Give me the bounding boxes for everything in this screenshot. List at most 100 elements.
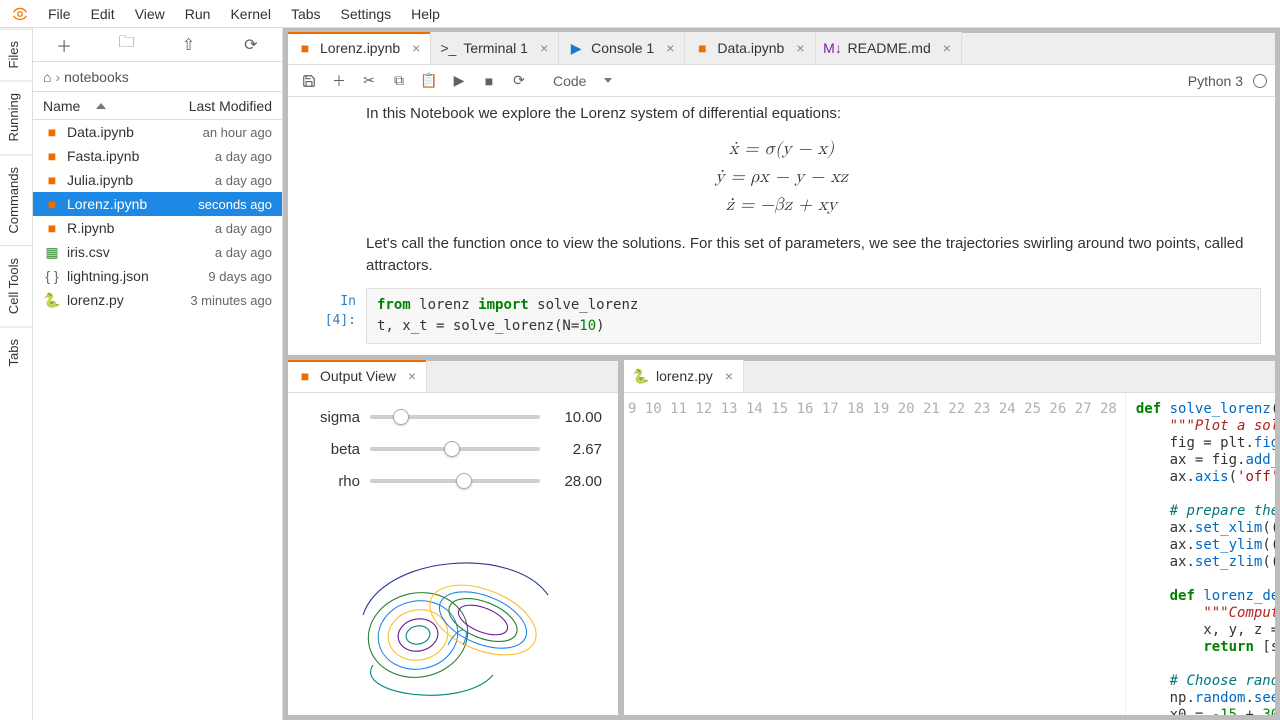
save-icon[interactable] xyxy=(296,68,322,94)
file-row[interactable]: { }lightning.json9 days ago xyxy=(33,264,282,288)
new-launcher-icon[interactable]: ＋ xyxy=(44,33,84,57)
close-icon[interactable]: × xyxy=(943,40,951,56)
menu-help[interactable]: Help xyxy=(401,2,450,26)
paste-icon[interactable]: 📋 xyxy=(416,68,442,94)
celltype-select[interactable]: Code xyxy=(546,70,619,92)
markdown-text: In this Notebook we explore the Lorenz s… xyxy=(366,103,1261,126)
close-icon[interactable]: × xyxy=(666,40,674,56)
term-icon: >_ xyxy=(441,40,455,56)
tab-label: Data.ipynb xyxy=(717,40,784,56)
tab-lorenz-ipynb[interactable]: ■Lorenz.ipynb× xyxy=(288,32,431,64)
tab-data-ipynb[interactable]: ■Data.ipynb× xyxy=(685,32,815,64)
tab-label: README.md xyxy=(848,40,931,56)
menu-kernel[interactable]: Kernel xyxy=(220,2,280,26)
json-icon: { } xyxy=(43,268,61,284)
tab-lorenz-py[interactable]: 🐍lorenz.py× xyxy=(624,360,744,392)
rail-tab-running[interactable]: Running xyxy=(0,80,32,153)
menu-edit[interactable]: Edit xyxy=(81,2,125,26)
rail-tab-tabs[interactable]: Tabs xyxy=(0,326,32,378)
column-modified-header[interactable]: Last Modified xyxy=(172,98,282,114)
tab-terminal-1[interactable]: >_ Terminal 1 × xyxy=(431,32,559,64)
file-modified: an hour ago xyxy=(162,125,272,140)
file-row[interactable]: ■Data.ipynban hour ago xyxy=(33,120,282,144)
slider-sigma[interactable]: sigma10.00 xyxy=(304,401,602,433)
file-row[interactable]: 🐍 lorenz.py3 minutes ago xyxy=(33,288,282,312)
file-row[interactable]: ■Lorenz.ipynbseconds ago xyxy=(33,192,282,216)
new-folder-icon[interactable]: 🗀 xyxy=(106,31,146,58)
refresh-icon[interactable]: ⟳ xyxy=(231,35,271,55)
file-name: iris.csv xyxy=(67,244,162,260)
file-list-header: Name Last Modified xyxy=(33,92,282,120)
code-cell[interactable]: In [4]: from lorenz import solve_lorenz … xyxy=(302,288,1261,344)
file-browser: ＋ 🗀 ⇧ ⟳ ⌂ › notebooks Name Last Modified… xyxy=(33,28,283,720)
close-icon[interactable]: × xyxy=(725,368,733,384)
file-name: lorenz.py xyxy=(67,292,162,308)
rail-tab-files[interactable]: Files xyxy=(0,28,32,80)
slider-beta[interactable]: beta2.67 xyxy=(304,433,602,465)
slider-value: 10.00 xyxy=(550,409,602,426)
slider-thumb[interactable] xyxy=(393,409,409,425)
file-modified: 3 minutes ago xyxy=(162,293,272,308)
file-modified: a day ago xyxy=(162,173,272,188)
output-body: sigma10.00beta2.67 rho 28.00 xyxy=(288,393,618,715)
nb-icon: ■ xyxy=(43,220,61,236)
markdown-text: Let's call the function once to view the… xyxy=(366,233,1261,278)
file-modified: a day ago xyxy=(162,149,272,164)
code-editor[interactable]: 9 10 11 12 13 14 15 16 17 18 19 20 21 22… xyxy=(624,393,1275,715)
notebook-body[interactable]: In this Notebook we explore the Lorenz s… xyxy=(288,97,1275,355)
slider-thumb[interactable] xyxy=(456,473,472,489)
file-row[interactable]: ▦iris.csva day ago xyxy=(33,240,282,264)
menu-file[interactable]: File xyxy=(38,2,81,26)
home-icon[interactable]: ⌂ xyxy=(43,69,51,85)
slider-label: rho xyxy=(304,473,360,490)
slider-rho[interactable]: rho 28.00 xyxy=(304,465,602,497)
column-name-header[interactable]: Name xyxy=(43,98,80,114)
kernel-status-icon[interactable] xyxy=(1253,74,1267,88)
breadcrumb-segment[interactable]: notebooks xyxy=(64,69,129,85)
file-row[interactable]: ■R.ipynba day ago xyxy=(33,216,282,240)
insert-cell-icon[interactable]: ＋ xyxy=(326,68,352,94)
sort-asc-icon[interactable] xyxy=(96,103,106,109)
slider-track[interactable] xyxy=(370,447,540,451)
nb-icon: ■ xyxy=(298,368,312,384)
file-row[interactable]: ■ Fasta.ipynba day ago xyxy=(33,144,282,168)
rail-tab-commands[interactable]: Commands xyxy=(0,154,32,245)
restart-icon[interactable]: ⟳ xyxy=(506,68,532,94)
left-rail: FilesRunningCommandsCell ToolsTabs xyxy=(0,28,33,720)
close-icon[interactable]: × xyxy=(412,40,420,56)
menu-run[interactable]: Run xyxy=(175,2,221,26)
slider-track[interactable] xyxy=(370,479,540,483)
cut-icon[interactable]: ✂ xyxy=(356,68,382,94)
code-input[interactable]: from lorenz import solve_lorenz t, x_t =… xyxy=(366,288,1261,344)
rail-tab-cell-tools[interactable]: Cell Tools xyxy=(0,245,32,326)
chevron-down-icon xyxy=(604,78,612,83)
close-icon[interactable]: × xyxy=(796,40,804,56)
slider-track[interactable] xyxy=(370,415,540,419)
tab-output-view[interactable]: ■Output View× xyxy=(288,360,427,392)
menu-tabs[interactable]: Tabs xyxy=(281,2,331,26)
tab-console-1[interactable]: ▶Console 1× xyxy=(559,32,685,64)
copy-icon[interactable]: ⧉ xyxy=(386,68,412,94)
py-icon: 🐍 xyxy=(43,292,61,309)
menu-settings[interactable]: Settings xyxy=(331,2,402,26)
file-row[interactable]: ■Julia.ipynba day ago xyxy=(33,168,282,192)
run-icon[interactable]: ▶ xyxy=(446,68,472,94)
upload-icon[interactable]: ⇧ xyxy=(169,35,209,55)
stop-icon[interactable]: ■ xyxy=(476,68,502,94)
file-name: Fasta.ipynb xyxy=(67,148,162,164)
tab-readme-md[interactable]: M↓ README.md × xyxy=(816,32,962,64)
kernel-name[interactable]: Python 3 xyxy=(1188,73,1243,89)
tab-label: Console 1 xyxy=(591,40,654,56)
tab-label: Terminal 1 xyxy=(463,40,528,56)
menubar: FileEditViewRunKernelTabsSettingsHelp xyxy=(0,0,1280,28)
close-icon[interactable]: × xyxy=(540,40,548,56)
close-icon[interactable]: × xyxy=(408,368,416,384)
menu-view[interactable]: View xyxy=(125,2,175,26)
slider-thumb[interactable] xyxy=(444,441,460,457)
file-modified: seconds ago xyxy=(162,197,272,212)
tab-label: lorenz.py xyxy=(656,368,713,384)
nb-icon: ■ xyxy=(43,148,61,164)
md-icon: M↓ xyxy=(826,40,840,56)
breadcrumb[interactable]: ⌂ › notebooks xyxy=(33,62,282,92)
slider-value: 28.00 xyxy=(550,473,602,490)
